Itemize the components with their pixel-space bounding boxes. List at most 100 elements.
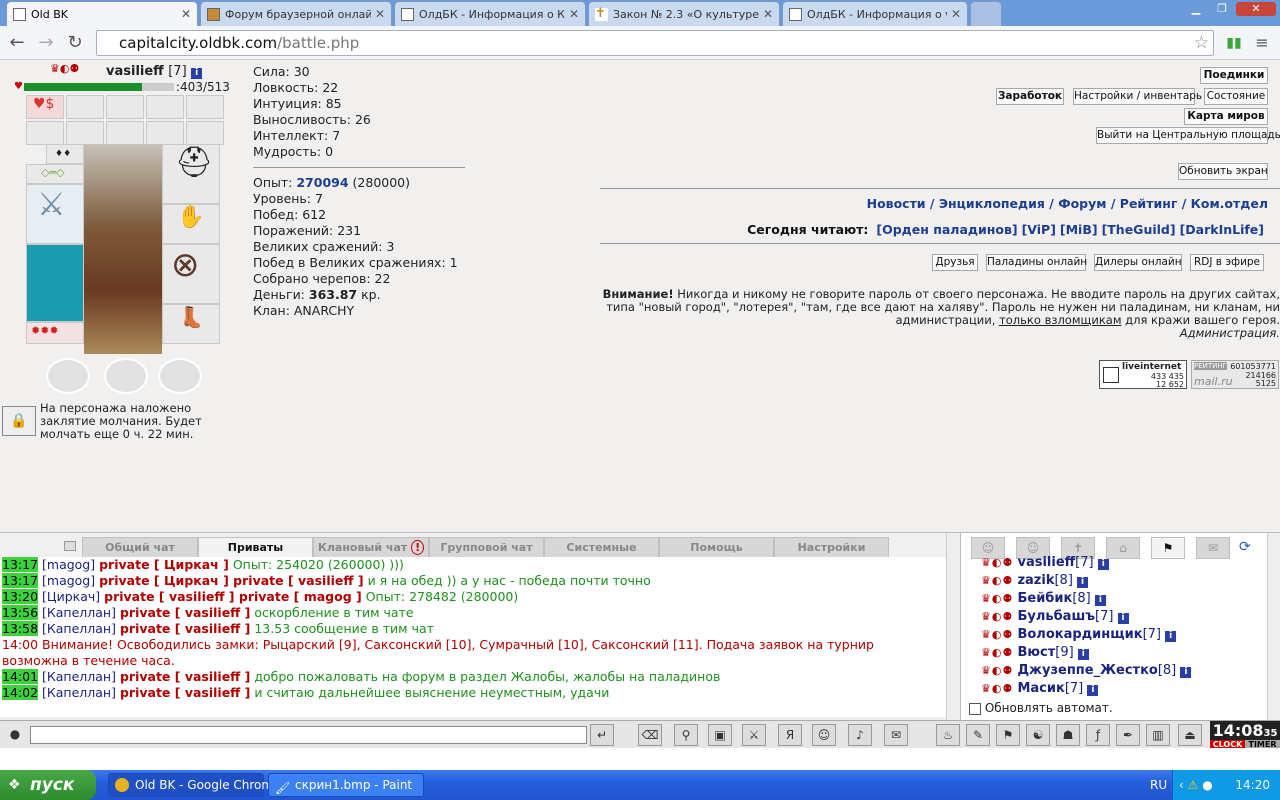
exit-icon[interactable]: ⏏ [1178,724,1202,746]
browser-tab[interactable]: ОлдБК - Информация о Кап ✕ [394,1,586,26]
settings-inventory-button[interactable]: Настройки / инвентарь [1073,88,1202,105]
rune-slot[interactable] [104,358,148,394]
rune-slot[interactable] [158,358,202,394]
save-log-icon[interactable]: ▣ [708,724,732,746]
reading-link[interactable]: [DarkInLife] [1180,222,1264,237]
shield-slot[interactable]: ⊗ [162,244,220,304]
empty-slot[interactable] [106,95,144,119]
translit-icon[interactable]: Я [778,724,802,746]
refresh-screen-button[interactable]: Обновить экран [1178,163,1268,180]
tab-common-chat[interactable]: Общий чат [82,537,198,559]
info-icon[interactable]: i [1094,595,1106,606]
tab-chat-settings[interactable]: Настройки [774,537,889,559]
online-user[interactable]: ♛◐⚉ Бульбашъ[7] i [981,609,1129,624]
extension-signal-icon[interactable]: ▮▮ [1222,31,1246,55]
chat-mode-icon[interactable]: ● [3,724,27,746]
rdj-live-button[interactable]: RDJ в эфире [1190,254,1264,271]
state-button[interactable]: Состояние [1204,88,1268,105]
info-icon[interactable]: i [1165,631,1177,642]
quill-icon[interactable]: ✒ [1116,724,1140,746]
close-icon[interactable]: ✕ [375,7,385,21]
online-user[interactable]: ♛◐⚉ Вюст[9] i [981,645,1089,660]
boots-slot[interactable]: 👢 [162,304,220,344]
minimize-icon[interactable]: ▁ [1184,2,1208,16]
gift-slot[interactable]: ♥$ [26,95,64,119]
armor-slot[interactable] [26,244,84,322]
auto-refresh-checkbox[interactable] [969,702,981,715]
drink-icon[interactable]: ♨ [936,724,960,746]
taskbar-item-chrome[interactable]: Old BK - Google Chrome [108,773,280,797]
language-indicator[interactable]: RU [1150,770,1167,800]
empty-slot[interactable] [66,95,104,119]
news-link[interactable]: Новости [867,196,926,211]
reading-link[interactable]: [TheGuild] [1102,222,1176,237]
menu-icon[interactable]: ≡ [1250,31,1274,55]
tray-chrome-icon[interactable]: ● [1202,778,1212,792]
info-icon[interactable]: i [1117,613,1129,624]
users-tab-icon[interactable]: ⌂ [1106,537,1140,559]
bookmark-star-icon[interactable]: ☆ [1194,31,1209,55]
weapon-slot[interactable]: ⚔ [26,184,84,244]
dealers-online-button[interactable]: Дилеры онлайн [1094,254,1182,271]
flag-icon[interactable]: ⚑ [996,724,1020,746]
rune-slot[interactable] [46,358,90,394]
info-icon[interactable]: i [1077,577,1089,588]
empty-slot[interactable] [186,121,224,145]
world-map-button[interactable]: Карта миров [1184,108,1268,125]
empty-slot[interactable] [186,95,224,119]
online-user[interactable]: ♛◐⚉ vasilieff[7] i [981,555,1109,570]
exit-to-square-button[interactable]: Выйти на Центральную площадь [1096,127,1280,144]
close-window-icon[interactable]: ✕ [1236,2,1276,16]
info-icon[interactable]: i [1180,667,1192,678]
online-user[interactable]: ♛◐⚉ Бейбик[8] i [981,591,1106,606]
tray-warning-icon[interactable]: ⚠ [1188,778,1199,792]
reading-link[interactable]: [ViP] [1022,222,1056,237]
info-icon[interactable]: i [1087,685,1099,696]
chat-toggle-icon[interactable] [64,541,76,551]
empty-slot[interactable] [146,95,184,119]
reading-link[interactable]: [Орден паладинов] [876,222,1017,237]
browser-tab[interactable]: Форум браузерной онлайн и✕ [200,1,392,26]
tab-private[interactable]: Приваты [198,537,313,559]
group-icon[interactable]: ☗ [1056,724,1080,746]
refresh-users-icon[interactable]: ⟳ [1239,539,1259,557]
character-avatar[interactable] [84,144,162,354]
paladins-online-button[interactable]: Паладины онлайн [986,254,1087,271]
chat-off-icon[interactable]: ✉ [884,724,908,746]
empty-slot[interactable] [66,121,104,145]
maximize-icon[interactable]: ❐ [1210,2,1234,16]
earrings-slot[interactable]: ♦♦ [46,144,84,164]
start-button[interactable]: ❖ пуск [0,770,96,800]
reload-icon[interactable]: ↻ [63,31,87,55]
amulet-slot[interactable]: ◇═◇ [26,164,84,184]
liveinternet-counter[interactable]: liveinternet 433 435 12 652 [1099,360,1187,389]
fighter-icon[interactable]: ⚔ [742,724,766,746]
yin-yang-icon[interactable]: ☯ [1026,724,1050,746]
contract-icon[interactable]: ƒ [1086,724,1110,746]
info-icon[interactable]: i [1077,649,1089,660]
close-icon[interactable]: ✕ [763,7,773,21]
info-icon[interactable]: i [191,68,203,79]
online-user[interactable]: ♛◐⚉ Волокардинщик[7] i [981,627,1177,642]
commerce-link[interactable]: Ком.отдел [1191,196,1268,211]
tab-group-chat[interactable]: Групповой чат [429,537,544,559]
smiles-icon[interactable]: ☺ [812,724,836,746]
tray-arrow-icon[interactable]: ‹ [1179,778,1184,792]
tab-clan-chat[interactable]: Клановый чат ! [313,537,429,559]
taskbar-item-paint[interactable]: 🖌 скрин1.bmp - Paint [268,773,424,797]
mailru-counter[interactable]: РЕЙТИНГ 601053771 214166 5125 mail.ru [1191,360,1279,389]
users-tab-icon[interactable]: ✉ [1196,537,1230,559]
forward-icon[interactable]: → [34,31,58,55]
rings-slot[interactable]: ✹✹✹ [26,322,84,344]
hackers-link[interactable]: только взломщикам [999,313,1121,327]
sound-icon[interactable]: ♪ [848,724,872,746]
chat-input[interactable] [30,726,587,744]
gloves-slot[interactable]: ✋ [162,204,220,244]
info-icon[interactable]: i [1097,559,1109,570]
empty-slot[interactable] [146,121,184,145]
empty-slot[interactable] [106,121,144,145]
rating-link[interactable]: Рейтинг [1120,196,1178,211]
chat-scrollbar[interactable] [946,533,960,721]
earnings-button[interactable]: Заработок [996,88,1064,105]
encyclopedia-link[interactable]: Энциклопедия [939,196,1045,211]
